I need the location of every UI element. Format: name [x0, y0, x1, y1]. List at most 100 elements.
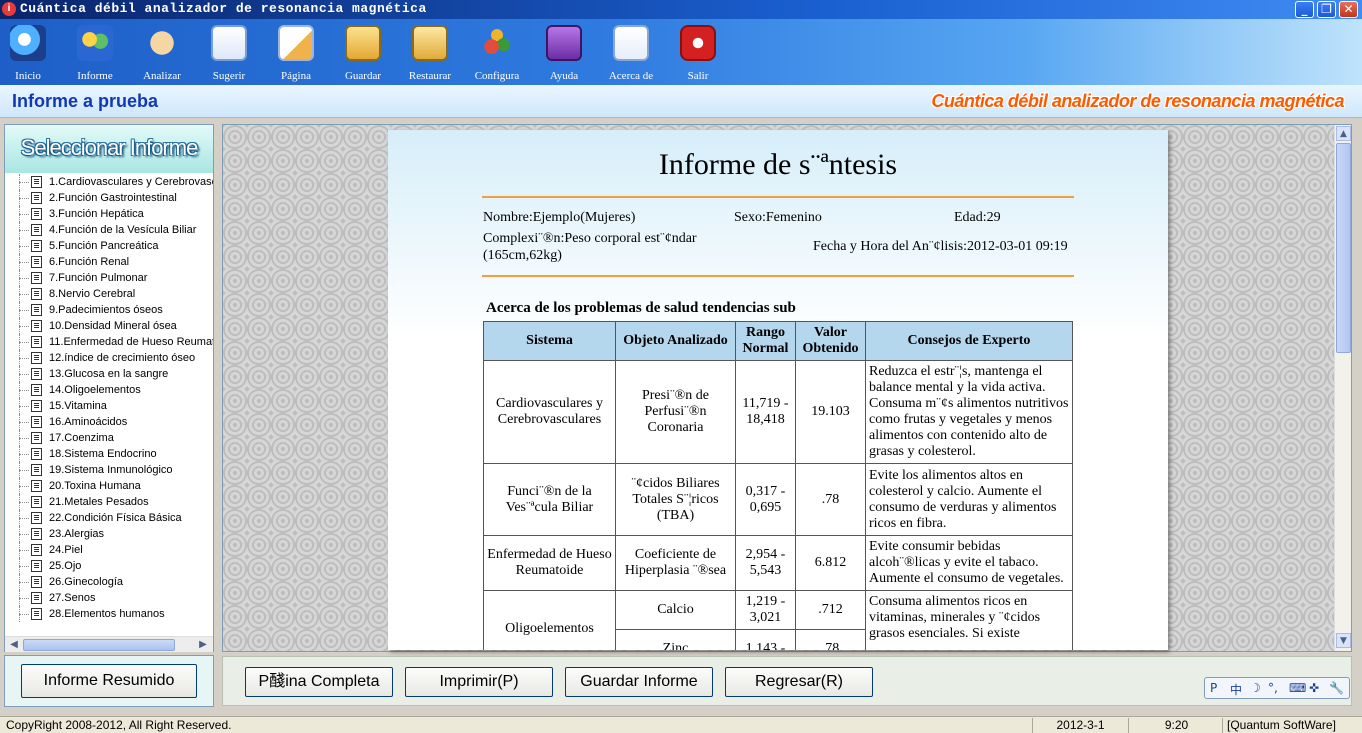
- tree-item[interactable]: 19.Sistema Inmunológico: [5, 462, 213, 478]
- scroll-thumb[interactable]: [1336, 143, 1351, 353]
- tree-item[interactable]: 14.Oligoelementos: [5, 382, 213, 398]
- toolbar-ayuda-button[interactable]: Ayuda: [532, 23, 596, 83]
- tree-item[interactable]: 25.Ojo: [5, 558, 213, 574]
- toolbar-sugerir-button[interactable]: Sugerir: [197, 23, 261, 83]
- toolbar-informe-button[interactable]: Informe: [63, 23, 127, 83]
- patient-name: Nombre:Ejemplo(Mujeres): [483, 210, 636, 225]
- tree-item[interactable]: 28.Elementos humanos: [5, 606, 213, 622]
- print-button[interactable]: Imprimir(P): [405, 667, 553, 697]
- tree-item-label: 6.Función Renal: [49, 256, 130, 268]
- tree-item[interactable]: 18.Sistema Endocrino: [5, 446, 213, 462]
- tree-item[interactable]: 12.índice de crecimiento óseo: [5, 350, 213, 366]
- full-page-button[interactable]: P醆ina Completa: [245, 667, 393, 697]
- tree-item[interactable]: 13.Glucosa en la sangre: [5, 366, 213, 382]
- tree-item[interactable]: 21.Metales Pesados: [5, 494, 213, 510]
- document-icon: [31, 208, 42, 220]
- tree-item[interactable]: 16.Aminoácidos: [5, 414, 213, 430]
- patient-sex: Sexo:Femenino: [734, 210, 822, 225]
- summary-report-button[interactable]: Informe Resumido: [21, 664, 197, 698]
- tree-item[interactable]: 7.Función Pulmonar: [5, 270, 213, 286]
- document-icon: [31, 416, 42, 428]
- cell-value: 19.103: [795, 360, 866, 464]
- ime-chinese-icon[interactable]: 中: [1230, 681, 1242, 698]
- tree-item[interactable]: 26.Ginecología: [5, 574, 213, 590]
- restore-button[interactable]: ❐: [1317, 1, 1336, 18]
- document-icon: [31, 272, 42, 284]
- tree-item[interactable]: 17.Coenzima: [5, 430, 213, 446]
- save-icon: [345, 25, 381, 61]
- tree-item[interactable]: 27.Senos: [5, 590, 213, 606]
- document-icon: [31, 352, 42, 364]
- tree-item-label: 26.Ginecología: [49, 576, 123, 588]
- ime-mode-icon[interactable]: P: [1210, 681, 1217, 695]
- tree-item-label: 28.Elementos humanos: [49, 608, 165, 620]
- report-page: Informe de s¨ªntesis Nombre:Ejemplo(Muje…: [388, 130, 1168, 650]
- toolbar-guardar-button[interactable]: Guardar: [331, 23, 395, 83]
- report-tree: 1.Cardiovasculares y Cerebrovasculares 2.…: [5, 174, 213, 636]
- cell-system: Cardiovasculares y Cerebrovasculares: [483, 360, 616, 464]
- tree-item[interactable]: 2.Función Gastrointestinal: [5, 190, 213, 206]
- toolbar-label: Restaurar: [408, 70, 452, 82]
- tree-item-label: 7.Función Pulmonar: [49, 272, 148, 284]
- tree-item-label: 12.índice de crecimiento óseo: [49, 352, 196, 364]
- cell-item: Calcio: [615, 590, 736, 630]
- keyboard-icon[interactable]: ⌨: [1289, 681, 1306, 695]
- tree-item[interactable]: 4.Función de la Vesícula Biliar: [5, 222, 213, 238]
- moon-icon[interactable]: ☽: [1250, 681, 1261, 695]
- tree-item[interactable]: 5.Función Pancreática: [5, 238, 213, 254]
- tree-item[interactable]: 22.Condición Física Básica: [5, 510, 213, 526]
- status-company: [Quantum SoftWare]: [1222, 718, 1360, 733]
- scroll-thumb[interactable]: [23, 639, 175, 651]
- tree-item[interactable]: 3.Función Hepática: [5, 206, 213, 222]
- save-report-button[interactable]: Guardar Informe: [565, 667, 713, 697]
- toolbar-inicio-button[interactable]: Inicio: [0, 23, 60, 83]
- toolbar-pagina-button[interactable]: Página: [264, 23, 328, 83]
- tree-item[interactable]: 24.Piel: [5, 542, 213, 558]
- tree-item[interactable]: 23.Alergias: [5, 526, 213, 542]
- back-button[interactable]: Regresar(R): [725, 667, 873, 697]
- toolbar-acerca-button[interactable]: Acerca de: [599, 23, 663, 83]
- cell-value: .78: [795, 629, 866, 650]
- toolbar-restaurar-button[interactable]: Restaurar: [398, 23, 462, 83]
- tree-item[interactable]: 11.Enfermedad de Hueso Reumatoide: [5, 334, 213, 350]
- tree-item[interactable]: 15.Vitamina: [5, 398, 213, 414]
- scroll-down-icon[interactable]: ▼: [1336, 633, 1351, 648]
- tree-item[interactable]: 1.Cardiovasculares y Cerebrovasculares: [5, 174, 213, 190]
- wrench-icon[interactable]: 🔧: [1329, 681, 1344, 695]
- minimize-button[interactable]: _: [1295, 1, 1314, 18]
- close-button[interactable]: ✕: [1339, 1, 1358, 18]
- scroll-up-icon[interactable]: ▲: [1336, 126, 1351, 141]
- document-icon: [31, 448, 42, 460]
- toolbar-analizar-button[interactable]: Analizar: [130, 23, 194, 83]
- toolbar-label: Informe: [77, 70, 113, 82]
- section-title: Acerca de los problemas de salud tendenc…: [486, 300, 796, 316]
- main-toolbar: Inicio Informe Analizar Sugerir Página G…: [0, 19, 1362, 85]
- tree-item[interactable]: 9.Padecimientos óseos: [5, 302, 213, 318]
- tree-item[interactable]: 6.Función Renal: [5, 254, 213, 270]
- selector-title: Seleccionar Informe: [20, 135, 199, 160]
- tree-item[interactable]: 10.Densidad Mineral ósea: [5, 318, 213, 334]
- punctuation-icon[interactable]: °,: [1268, 681, 1278, 695]
- document-icon: [31, 480, 42, 492]
- cell-advice: Reduzca el estr¨¦s, mantenga el balance …: [865, 360, 1073, 464]
- tree-item-label: 23.Alergias: [49, 528, 105, 540]
- window-title: Cuántica débil analizador de resonancia …: [20, 1, 427, 16]
- table-header-row: Sistema Objeto Analizado Rango Normal Va…: [483, 321, 1073, 361]
- toolbar-label: Sugerir: [212, 70, 246, 82]
- toolbar-label: Configura: [474, 70, 520, 82]
- settings-icon[interactable]: ✜: [1309, 681, 1319, 695]
- tree-item[interactable]: 20.Toxina Humana: [5, 478, 213, 494]
- vertical-scrollbar[interactable]: ▲ ▼: [1334, 125, 1351, 651]
- ime-toolbar[interactable]: P 中 ☽ °, ⌨ ✜ 🔧: [1204, 677, 1350, 699]
- tree-item-label: 18.Sistema Endocrino: [49, 448, 157, 460]
- about-icon: [613, 25, 649, 61]
- toolbar-salir-button[interactable]: Salir: [666, 23, 730, 83]
- toolbar-label: Ayuda: [549, 70, 579, 82]
- tree-item[interactable]: 8.Nervio Cerebral: [5, 286, 213, 302]
- tree-item-label: 22.Condición Física Básica: [49, 512, 182, 524]
- toolbar-configura-button[interactable]: Configura: [465, 23, 529, 83]
- analysis-datetime: Fecha y Hora del An¨¢lisis:2012-03-01 09…: [813, 239, 1068, 254]
- scroll-left-icon[interactable]: ◀: [7, 638, 21, 652]
- horizontal-scrollbar[interactable]: ◀ ▶: [5, 636, 213, 652]
- scroll-right-icon[interactable]: ▶: [196, 638, 210, 652]
